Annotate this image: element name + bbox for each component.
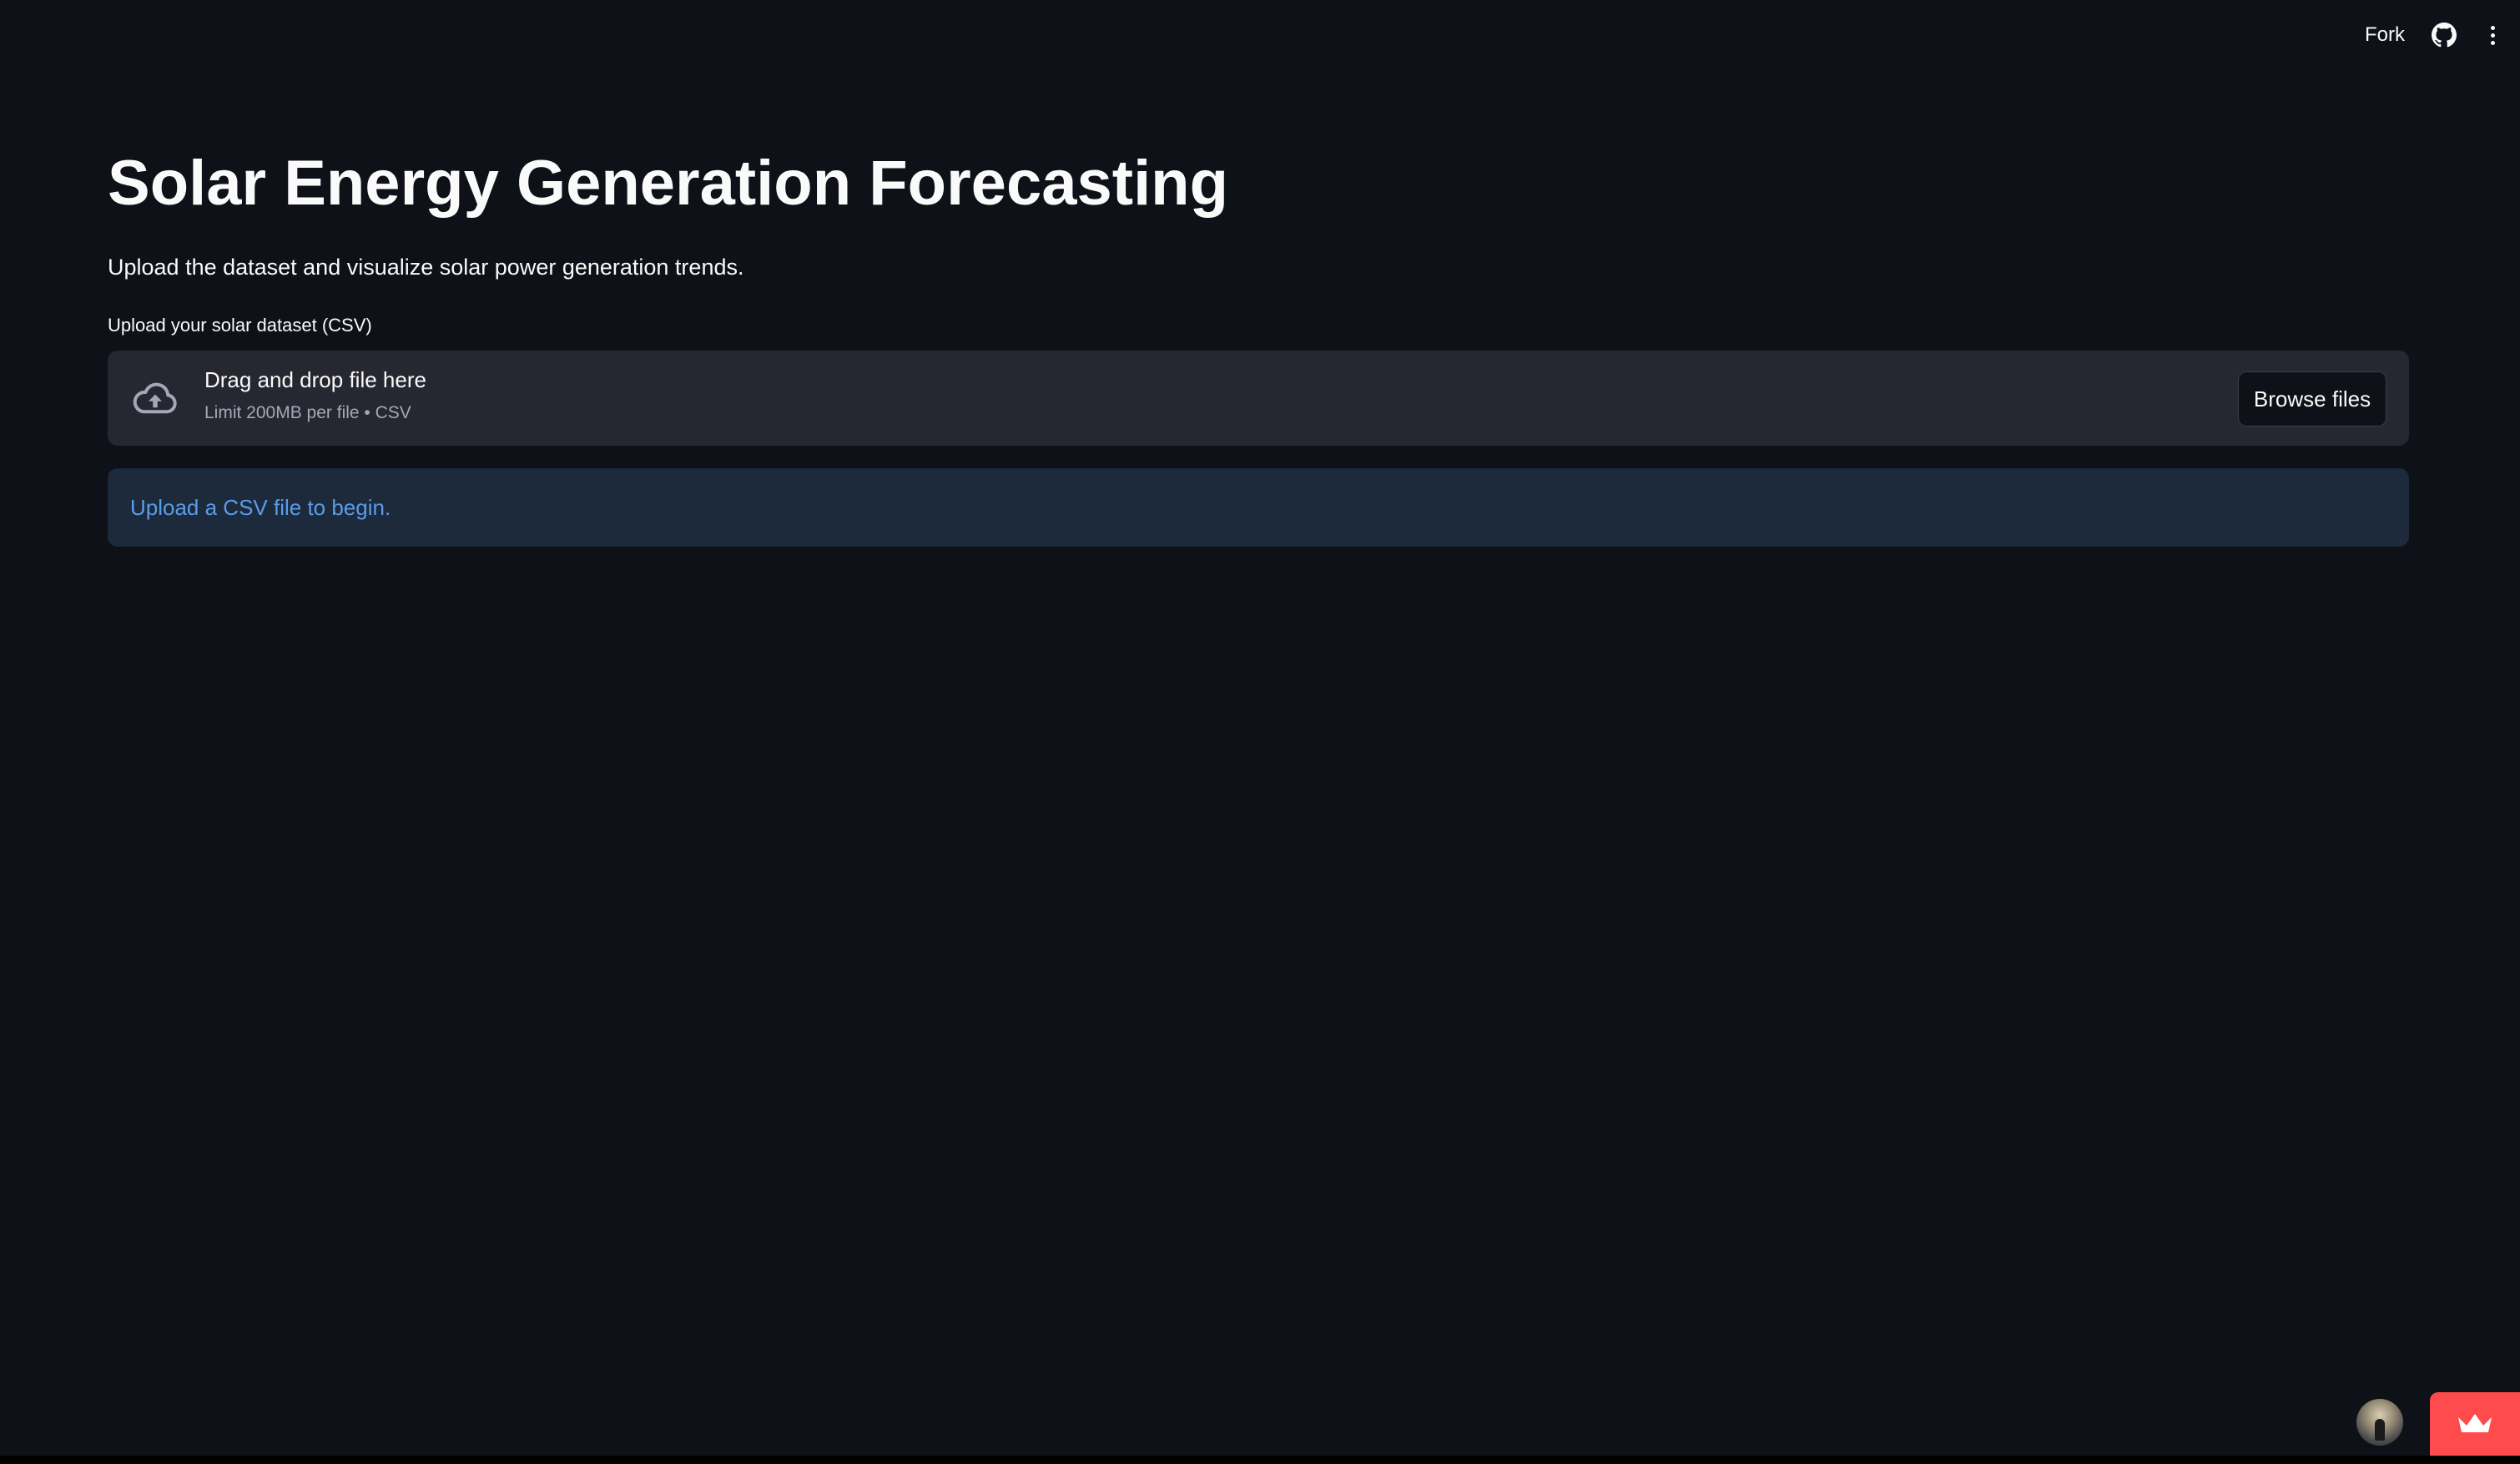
fork-link[interactable]: Fork xyxy=(2365,23,2405,47)
file-dropzone[interactable]: Drag and drop file here Limit 200MB per … xyxy=(108,351,2409,446)
dropzone-title: Drag and drop file here xyxy=(204,367,426,392)
cloud-upload-icon xyxy=(133,382,177,414)
crown-icon xyxy=(2458,1414,2492,1432)
dropzone-instructions: Drag and drop file here Limit 200MB per … xyxy=(204,367,426,423)
page-subtitle: Upload the dataset and visualize solar p… xyxy=(108,255,744,280)
menu-dot xyxy=(2490,25,2495,30)
github-icon[interactable] xyxy=(2432,23,2457,48)
file-uploader-label: Upload your solar dataset (CSV) xyxy=(108,315,372,336)
bottom-bar xyxy=(0,1456,2520,1464)
menu-dot xyxy=(2490,40,2495,45)
app-root: Fork Solar Energy Generation Forecasting… xyxy=(0,0,2520,1464)
top-header: Fork xyxy=(2365,0,2520,70)
menu-dot xyxy=(2490,33,2495,38)
browse-files-button[interactable]: Browse files xyxy=(2238,371,2386,427)
viewer-avatar[interactable] xyxy=(2356,1399,2403,1446)
page-title: Solar Energy Generation Forecasting xyxy=(108,148,1229,219)
info-alert-text: Upload a CSV file to begin. xyxy=(130,494,391,520)
hosted-badge[interactable] xyxy=(2430,1392,2520,1456)
info-alert: Upload a CSV file to begin. xyxy=(108,468,2409,547)
more-vertical-icon[interactable] xyxy=(2480,23,2505,48)
avatar-figure xyxy=(2375,1419,2385,1441)
dropzone-limit: Limit 200MB per file • CSV xyxy=(204,403,411,422)
